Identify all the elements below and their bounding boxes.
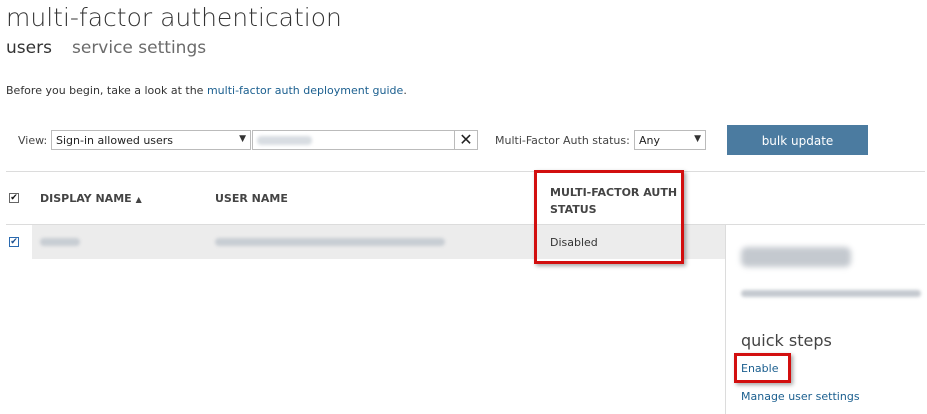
close-icon[interactable]: ✕	[454, 131, 477, 149]
quick-steps-title: quick steps	[741, 331, 832, 350]
intro-after: .	[403, 84, 407, 97]
search-input[interactable]: ✕	[252, 130, 478, 150]
view-select[interactable]: Sign-in allowed users ▼	[51, 130, 251, 150]
row-display-name-redacted	[40, 238, 80, 246]
chevron-down-icon: ▼	[239, 134, 246, 144]
search-value-redacted	[257, 136, 312, 145]
view-label: View:	[18, 134, 48, 147]
table-header-divider-top	[6, 171, 925, 172]
side-panel-user-email-redacted	[741, 290, 921, 297]
select-all-checkbox[interactable]: ✔	[9, 193, 19, 203]
column-header-display-name-label: DISPLAY NAME	[40, 192, 132, 205]
manage-user-settings-link[interactable]: Manage user settings	[741, 390, 860, 403]
intro-before: Before you begin, take a look at the	[6, 84, 207, 97]
intro-text: Before you begin, take a look at the mul…	[6, 84, 407, 97]
tab-users[interactable]: users	[6, 38, 52, 58]
tab-service-settings[interactable]: service settings	[72, 38, 206, 58]
chevron-down-icon: ▼	[694, 134, 701, 144]
side-panel-divider	[725, 225, 726, 414]
row-checkbox[interactable]: ✔	[9, 237, 19, 247]
view-select-value: Sign-in allowed users	[56, 134, 174, 147]
deployment-guide-link[interactable]: multi-factor auth deployment guide	[207, 84, 403, 97]
mfa-status-label: Multi-Factor Auth status:	[495, 134, 630, 147]
page-title: multi-factor authentication	[6, 3, 342, 32]
mfa-status-select[interactable]: Any ▼	[634, 130, 706, 150]
mfa-status-select-value: Any	[639, 134, 661, 147]
row-user-name-redacted	[215, 238, 445, 246]
side-panel-user-name-redacted	[741, 247, 851, 267]
mfa-status-highlight-box	[534, 170, 684, 264]
sort-up-icon: ▲	[135, 195, 142, 204]
column-header-user-name[interactable]: USER NAME	[215, 192, 288, 205]
bulk-update-button[interactable]: bulk update	[727, 125, 868, 155]
column-header-display-name[interactable]: DISPLAY NAME ▲	[40, 192, 142, 205]
enable-highlight-box	[734, 353, 791, 383]
